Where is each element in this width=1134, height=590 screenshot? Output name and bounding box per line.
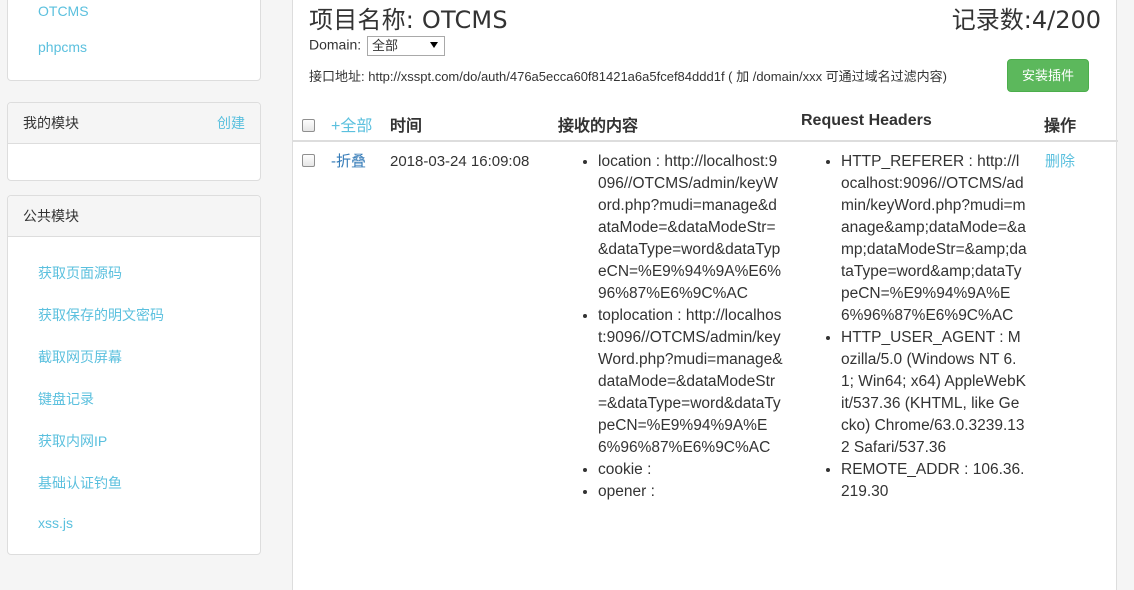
create-module-link[interactable]: 创建 — [217, 103, 245, 143]
main-content: 项目名称: OTCMS 记录数:4/200 Domain: 全部 接口地址: h… — [292, 0, 1118, 590]
header-time: 时间 — [390, 118, 423, 135]
select-all-checkbox[interactable] — [302, 119, 315, 132]
row-checkbox[interactable] — [302, 154, 315, 167]
module-keylogger[interactable]: 键盘记录 — [38, 389, 94, 409]
module-basic-auth-phishing[interactable]: 基础认证钓鱼 — [38, 473, 122, 493]
install-plugin-button[interactable]: 安装插件 — [1007, 59, 1089, 92]
row-time: 2018-03-24 16:09:08 — [390, 153, 530, 170]
public-modules-title: 公共模块 — [23, 208, 79, 224]
list-item: HTTP_REFERER : http://localhost:9096//OT… — [841, 151, 1027, 327]
expand-all-link[interactable]: +全部 — [331, 112, 372, 136]
project-title: 项目名称: OTCMS — [309, 6, 508, 34]
header-request-headers: Request Headers — [801, 112, 932, 129]
header-content: 接收的内容 — [558, 118, 639, 135]
my-modules-panel: 我的模块 创建 — [7, 102, 261, 181]
request-headers-list: HTTP_REFERER : http://localhost:9096//OT… — [823, 151, 1027, 503]
my-modules-heading: 我的模块 创建 — [8, 103, 260, 144]
domain-select[interactable]: 全部 — [367, 36, 446, 56]
project-link-phpcms[interactable]: phpcms — [38, 39, 87, 55]
list-item: HTTP_USER_AGENT : Mozilla/5.0 (Windows N… — [841, 327, 1027, 459]
api-address: 接口地址: http://xsspt.com/do/auth/476a5ecca… — [309, 69, 948, 84]
header-action: 操作 — [1044, 118, 1077, 135]
module-xss-js[interactable]: xss.js — [38, 515, 73, 531]
public-modules-panel: 公共模块 获取页面源码 获取保存的明文密码 截取网页屏幕 键盘记录 获取内网IP… — [7, 195, 261, 555]
domain-select-value: 全部 — [372, 38, 399, 53]
chevron-down-icon — [430, 42, 439, 48]
project-list-panel: OTCMS phpcms — [7, 0, 261, 81]
list-item: location : http://localhost:9096//OTCMS/… — [598, 151, 784, 305]
domain-filter: Domain: 全部 — [309, 36, 446, 56]
list-item: cookie : — [598, 459, 784, 481]
module-get-intranet-ip[interactable]: 获取内网IP — [38, 431, 107, 451]
list-item: opener : — [598, 481, 784, 503]
my-modules-title: 我的模块 — [23, 115, 79, 131]
project-link-otcms[interactable]: OTCMS — [38, 3, 89, 19]
table-header: +全部 时间 接收的内容 Request Headers 操作 — [293, 100, 1118, 142]
record-count: 记录数:4/200 — [951, 6, 1101, 34]
list-item: toplocation : http://localhost:9096//OTC… — [598, 305, 784, 459]
delete-link[interactable]: 删除 — [1045, 151, 1075, 173]
collapse-toggle[interactable]: -折叠 — [331, 151, 366, 173]
module-get-saved-passwords[interactable]: 获取保存的明文密码 — [38, 305, 164, 325]
public-modules-heading: 公共模块 — [8, 196, 260, 237]
domain-label: Domain: — [309, 36, 362, 53]
list-item: REMOTE_ADDR : 106.36.219.30 — [841, 459, 1027, 503]
received-content-list: location : http://localhost:9096//OTCMS/… — [580, 151, 784, 503]
module-get-page-source[interactable]: 获取页面源码 — [38, 263, 122, 283]
module-screenshot[interactable]: 截取网页屏幕 — [38, 347, 122, 367]
